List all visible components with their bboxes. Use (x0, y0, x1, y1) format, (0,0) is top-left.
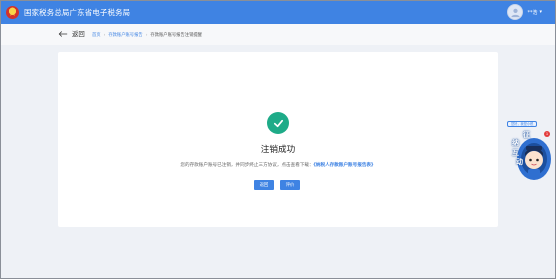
user-name[interactable]: **浩 (527, 9, 537, 16)
result-description-text: 您的存款账户账号已注销，并同步终止三方协议，点击查看下载： (180, 163, 314, 168)
chevron-down-icon[interactable]: ▾ (539, 9, 542, 15)
breadcrumb-separator: › (145, 32, 148, 38)
back-label[interactable]: 返回 (72, 29, 85, 38)
arrow-left-icon[interactable] (58, 30, 68, 38)
breadcrumb-current: 存款账户账号报告注销提醒 (150, 33, 202, 38)
assistant-greeting[interactable]: 您好，我是小税 (507, 121, 538, 127)
breadcrumb-account-report[interactable]: 存款账户账号报告 (108, 32, 142, 38)
breadcrumb-bar: 返回 首页 › 存款账户账号报告 › 存款账户账号报告注销提醒 (0, 24, 556, 45)
review-button[interactable]: 评价 (280, 180, 300, 190)
breadcrumb-home[interactable]: 首页 (92, 32, 101, 38)
breadcrumb: 首页 › 存款账户账号报告 › 存款账户账号报告注销提醒 (92, 32, 202, 39)
back-action-button[interactable]: 返回 (254, 180, 274, 190)
assistant-widget[interactable]: 您好，我是小税 1 征 纳 互 动 (496, 121, 554, 191)
top-header: 国家税务总局广东省电子税务局 **浩 ▾ (0, 0, 556, 24)
result-title: 注销成功 (260, 145, 296, 155)
tax-emblem-icon (6, 5, 19, 19)
user-avatar-icon[interactable] (507, 4, 524, 20)
assistant-label-char: 征 (523, 131, 530, 139)
result-actions: 返回 评价 (254, 180, 306, 190)
breadcrumb-separator: › (103, 32, 106, 38)
check-circle-icon (267, 112, 289, 134)
back-button[interactable]: 返回 (58, 29, 85, 38)
result-description: 您的存款账户账号已注销，并同步终止三方协议，点击查看下载：《纳税人存款账户账号报… (58, 162, 498, 168)
report-download-link[interactable]: 《纳税人存款账户账号报告表》 (314, 163, 376, 168)
assistant-label-char: 纳 (512, 139, 519, 147)
result-card: 注销成功 您的存款账户账号已注销，并同步终止三方协议，点击查看下载：《纳税人存款… (58, 52, 498, 227)
assistant-label-char: 动 (516, 158, 523, 166)
notification-badge: 1 (544, 131, 550, 137)
user-menu[interactable]: **浩 ▾ (507, 4, 542, 20)
site-title: 国家税务总局广东省电子税务局 (24, 7, 131, 17)
